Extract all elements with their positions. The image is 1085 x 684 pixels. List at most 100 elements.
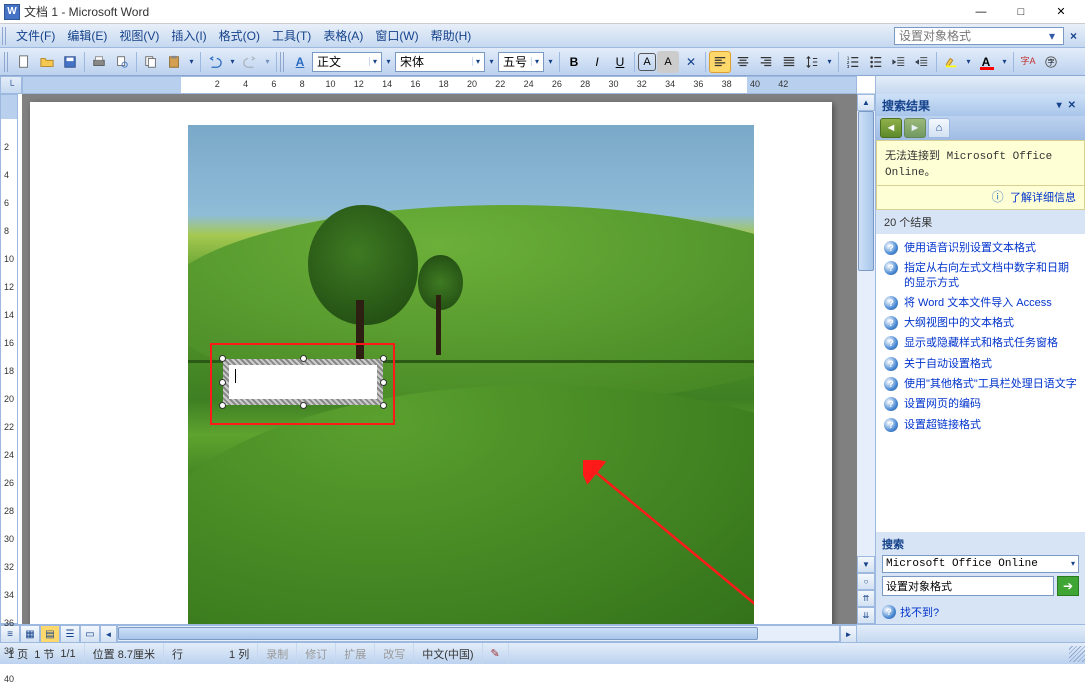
text-box[interactable]: [223, 359, 383, 405]
search-results-list[interactable]: ?使用语音识别设置文本格式 ?指定从右向左式文档中数字和日期的显示方式 ?将 W…: [876, 234, 1085, 532]
inserted-image[interactable]: [188, 125, 754, 624]
search-source-select[interactable]: Microsoft Office Online ▾: [882, 555, 1079, 573]
redo-dropdown-icon[interactable]: ▾: [262, 51, 273, 73]
task-pane-menu-icon[interactable]: ▾: [1054, 100, 1065, 111]
search-go-button[interactable]: ➔: [1057, 576, 1079, 596]
status-position[interactable]: 位置 8.7厘米: [85, 643, 164, 664]
minimize-button[interactable]: —: [961, 1, 1001, 23]
result-item[interactable]: ?大纲视图中的文本格式: [878, 313, 1083, 333]
doc-close-button[interactable]: ×: [1064, 29, 1083, 43]
next-page-button[interactable]: ⇊: [857, 607, 875, 624]
menu-help[interactable]: 帮助(H): [425, 25, 478, 46]
hscroll-thumb[interactable]: [118, 627, 758, 640]
resize-handle-bc[interactable]: [300, 402, 307, 409]
new-doc-button[interactable]: [13, 51, 35, 73]
toolbar-grip[interactable]: [2, 27, 8, 45]
result-item[interactable]: ?显示或隐藏样式和格式任务窗格: [878, 333, 1083, 353]
increase-indent-button[interactable]: [911, 51, 933, 73]
bold-button[interactable]: B: [563, 51, 585, 73]
scroll-thumb[interactable]: [858, 111, 874, 271]
font-more-icon[interactable]: ▾: [486, 51, 497, 73]
vertical-scrollbar[interactable]: ▲ ▼ ○ ⇈ ⇊: [857, 94, 875, 624]
status-line-col[interactable]: 行 1 列: [164, 643, 258, 664]
result-item[interactable]: ?设置网页的编码: [878, 394, 1083, 414]
scroll-right-button[interactable]: ►: [840, 625, 857, 643]
undo-button[interactable]: [204, 51, 226, 73]
nav-forward-button[interactable]: ►: [904, 118, 926, 138]
result-item[interactable]: ?指定从右向左式文档中数字和日期的显示方式: [878, 258, 1083, 293]
maximize-button[interactable]: □: [1001, 1, 1041, 23]
menu-tools[interactable]: 工具(T): [266, 25, 317, 46]
not-found-link[interactable]: 找不到?: [900, 604, 939, 620]
browse-object-button[interactable]: ○: [857, 573, 875, 590]
highlight-button[interactable]: [940, 51, 962, 73]
print-button[interactable]: [88, 51, 110, 73]
underline-button[interactable]: U: [609, 51, 631, 73]
decrease-indent-button[interactable]: [888, 51, 910, 73]
undo-dropdown-icon[interactable]: ▾: [227, 51, 238, 73]
font-color-dropdown-icon[interactable]: ▾: [999, 51, 1010, 73]
italic-button[interactable]: I: [586, 51, 608, 73]
align-left-button[interactable]: [709, 51, 731, 73]
asian-layout-button[interactable]: 字A: [1017, 51, 1039, 73]
resize-handle-bl[interactable]: [219, 402, 226, 409]
paste-dropdown-icon[interactable]: ▾: [186, 51, 197, 73]
print-layout-view-button[interactable]: ▤: [40, 625, 60, 643]
result-item[interactable]: ?使用"其他格式"工具栏处理日语文字: [878, 374, 1083, 394]
result-item[interactable]: ?将 Word 文本文件导入 Access: [878, 293, 1083, 313]
resize-grip[interactable]: [1069, 646, 1085, 662]
align-distributed-button[interactable]: [778, 51, 800, 73]
char-shading-button[interactable]: A: [657, 51, 679, 73]
status-spellcheck-icon[interactable]: ✎: [483, 643, 509, 664]
scroll-down-button[interactable]: ▼: [857, 556, 875, 573]
ruler-corner[interactable]: └: [0, 76, 22, 94]
resize-handle-ml[interactable]: [219, 379, 226, 386]
menu-edit[interactable]: 编辑(E): [61, 25, 113, 46]
help-search-box[interactable]: 设置对象格式 ▾: [894, 27, 1064, 45]
status-language[interactable]: 中文(中国): [414, 643, 482, 664]
resize-handle-tc[interactable]: [300, 355, 307, 362]
result-item[interactable]: ?使用语音识别设置文本格式: [878, 238, 1083, 258]
menu-file[interactable]: 文件(F): [10, 25, 61, 46]
menu-format[interactable]: 格式(O): [213, 25, 266, 46]
task-pane-close-button[interactable]: ✕: [1065, 100, 1079, 111]
learn-more-link[interactable]: 了解详细信息: [1010, 192, 1076, 204]
reading-view-button[interactable]: ▭: [80, 625, 100, 643]
hscroll-track[interactable]: [117, 625, 840, 642]
style-select[interactable]: 正文▾: [312, 52, 382, 72]
search-input[interactable]: 设置对象格式: [882, 576, 1054, 596]
status-rec[interactable]: 录制: [258, 643, 297, 664]
style-more-icon[interactable]: ▾: [383, 51, 394, 73]
open-button[interactable]: [36, 51, 58, 73]
print-preview-button[interactable]: [111, 51, 133, 73]
prev-page-button[interactable]: ⇈: [857, 590, 875, 607]
line-spacing-dropdown-icon[interactable]: ▾: [824, 51, 835, 73]
phonetic-guide-button[interactable]: 字: [1040, 51, 1062, 73]
scroll-left-button[interactable]: ◄: [100, 625, 117, 643]
menu-insert[interactable]: 插入(I): [165, 25, 212, 46]
align-center-button[interactable]: [732, 51, 754, 73]
document-area[interactable]: [22, 94, 857, 624]
paste-button[interactable]: [163, 51, 185, 73]
menu-view[interactable]: 视图(V): [113, 25, 165, 46]
resize-handle-br[interactable]: [380, 402, 387, 409]
toolbar-grip[interactable]: [4, 52, 10, 72]
redo-button[interactable]: [239, 51, 261, 73]
char-scaling-button[interactable]: ✕: [680, 51, 702, 73]
scroll-up-button[interactable]: ▲: [857, 94, 875, 111]
align-right-button[interactable]: [755, 51, 777, 73]
nav-back-button[interactable]: ◄: [880, 118, 902, 138]
status-ovr[interactable]: 改写: [375, 643, 414, 664]
help-search-dropdown-icon[interactable]: ▾: [1045, 29, 1059, 43]
char-border-button[interactable]: A: [638, 53, 656, 71]
nav-home-button[interactable]: ⌂: [928, 118, 950, 138]
menu-window[interactable]: 窗口(W): [369, 25, 424, 46]
status-rev[interactable]: 修订: [297, 643, 336, 664]
close-button[interactable]: ✕: [1041, 1, 1081, 23]
toolbar-grip[interactable]: [280, 52, 286, 72]
bullets-button[interactable]: [865, 51, 887, 73]
resize-handle-mr[interactable]: [380, 379, 387, 386]
result-item[interactable]: ?设置超链接格式: [878, 415, 1083, 435]
menu-table[interactable]: 表格(A): [317, 25, 369, 46]
web-view-button[interactable]: ▦: [20, 625, 40, 643]
